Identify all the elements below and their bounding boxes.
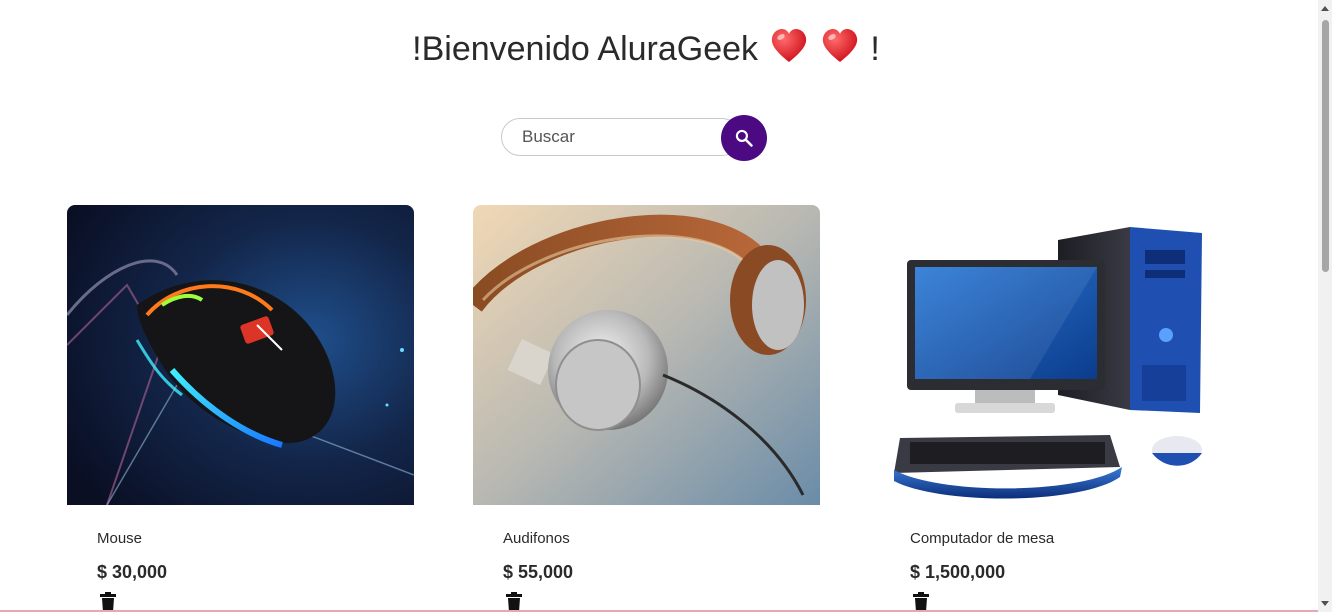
title-exclamation: ! [870,30,880,68]
product-name: Audifonos [503,530,570,547]
product-price: $ 30,000 [97,562,168,582]
trash-icon[interactable] [912,592,930,612]
product-price: $ 1,500,000 [910,562,1006,582]
heart-icon [822,29,858,62]
scroll-down-icon[interactable] [1321,601,1329,606]
product-name: Computador de mesa [910,530,1055,547]
product-image-desktop-computer [880,205,1227,505]
scroll-up-icon[interactable] [1321,6,1329,11]
scrollbar[interactable] [1318,0,1332,612]
title-text: !Bienvenido AluraGeek [412,30,759,68]
product-price: $ 55,000 [503,562,574,582]
product-card: Computador de mesa $ 1,500,000 [880,205,1227,612]
product-card: Mouse $ 30,000 [67,205,414,612]
page-title: !Bienvenido AluraGeek ! [0,28,1292,69]
search-icon [735,129,753,147]
trash-icon[interactable] [505,592,523,612]
trash-icon[interactable] [99,592,117,612]
search-input[interactable] [501,118,741,156]
page: !Bienvenido AluraGeek ! Buscar Mouse $ 3… [0,0,1318,612]
search-button[interactable] [721,115,767,161]
product-card: Audifonos $ 55,000 [473,205,820,612]
heart-icon [771,29,806,62]
product-image-headphones [473,205,820,505]
scrollbar-thumb[interactable] [1322,20,1329,272]
product-name: Mouse [97,530,143,547]
product-image-mouse [67,205,414,505]
